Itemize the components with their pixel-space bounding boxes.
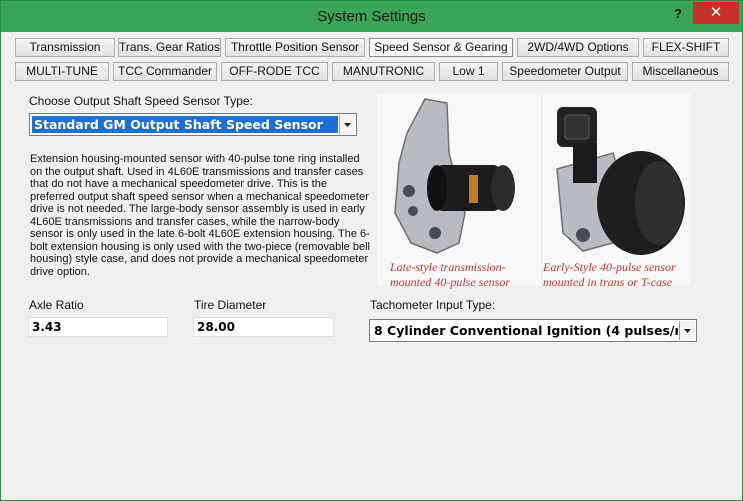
chevron-down-icon[interactable] [339,115,355,134]
early-style-sensor-image [543,93,690,285]
late-style-sensor-image [377,93,541,285]
window-title: System Settings [317,8,426,25]
tab-speedometer-output[interactable]: Speedometer Output [502,62,628,81]
late-style-caption-line-2: mounted 40-pulse sensor [390,275,510,289]
early-style-caption-line-1: Early-Style 40-pulse sensor [543,260,676,274]
tab-2wd-4wd-options[interactable]: 2WD/4WD Options [517,38,639,57]
tachometer-selected: 8 Cylinder Conventional Ignition (4 puls… [374,323,678,338]
late-style-caption-line-1: Late-style transmission- [390,260,506,274]
tab-miscellaneous[interactable]: Miscellaneous [632,62,729,81]
sensor-type-selected: Standard GM Output Shaft Speed Sensor [32,116,338,133]
chevron-down-icon[interactable] [679,321,695,340]
tire-diameter-field[interactable]: 28.00 [193,317,334,337]
tab-speed-sensor-gearing[interactable]: Speed Sensor & Gearing [369,38,513,57]
tire-diameter-label: Tire Diameter [194,298,267,312]
tab-manutronic[interactable]: MANUTRONIC [332,62,435,81]
axle-ratio-label: Axle Ratio [29,298,84,312]
late-style-caption: Late-style transmission- mounted 40-puls… [390,260,510,290]
tab-low-1[interactable]: Low 1 [439,62,498,81]
tab-throttle-position-sensor[interactable]: Throttle Position Sensor [225,38,365,57]
tab-multi-tune[interactable]: MULTI-TUNE [15,62,109,81]
early-style-caption: Early-Style 40-pulse sensor mounted in t… [543,260,676,290]
tachometer-label: Tachometer Input Type: [370,298,496,312]
settings-panel: Transmission Trans. Gear Ratios Throttle… [8,32,735,495]
tab-tcc-commander[interactable]: TCC Commander [113,62,217,81]
tab-off-rode-tcc[interactable]: OFF-RODE TCC [221,62,328,81]
sensor-type-dropdown[interactable]: Standard GM Output Shaft Speed Sensor [29,113,357,136]
help-button[interactable]: ? [665,4,691,24]
system-settings-window: System Settings ? ✕ Transmission Trans. … [0,0,743,501]
tab-trans-gear-ratios[interactable]: Trans. Gear Ratios [118,38,221,57]
early-style-caption-line-2: mounted in trans or T-case [543,275,673,289]
close-button[interactable]: ✕ [693,2,739,24]
tab-transmission[interactable]: Transmission [15,38,115,57]
sensor-description: Extension housing-mounted sensor with 40… [30,153,370,278]
tab-flex-shift[interactable]: FLEX-SHIFT [643,38,729,57]
tachometer-dropdown[interactable]: 8 Cylinder Conventional Ignition (4 puls… [369,319,697,342]
sensor-type-label: Choose Output Shaft Speed Sensor Type: [29,94,253,108]
title-bar[interactable]: System Settings ? ✕ [1,1,742,32]
axle-ratio-field[interactable]: 3.43 [28,317,168,337]
